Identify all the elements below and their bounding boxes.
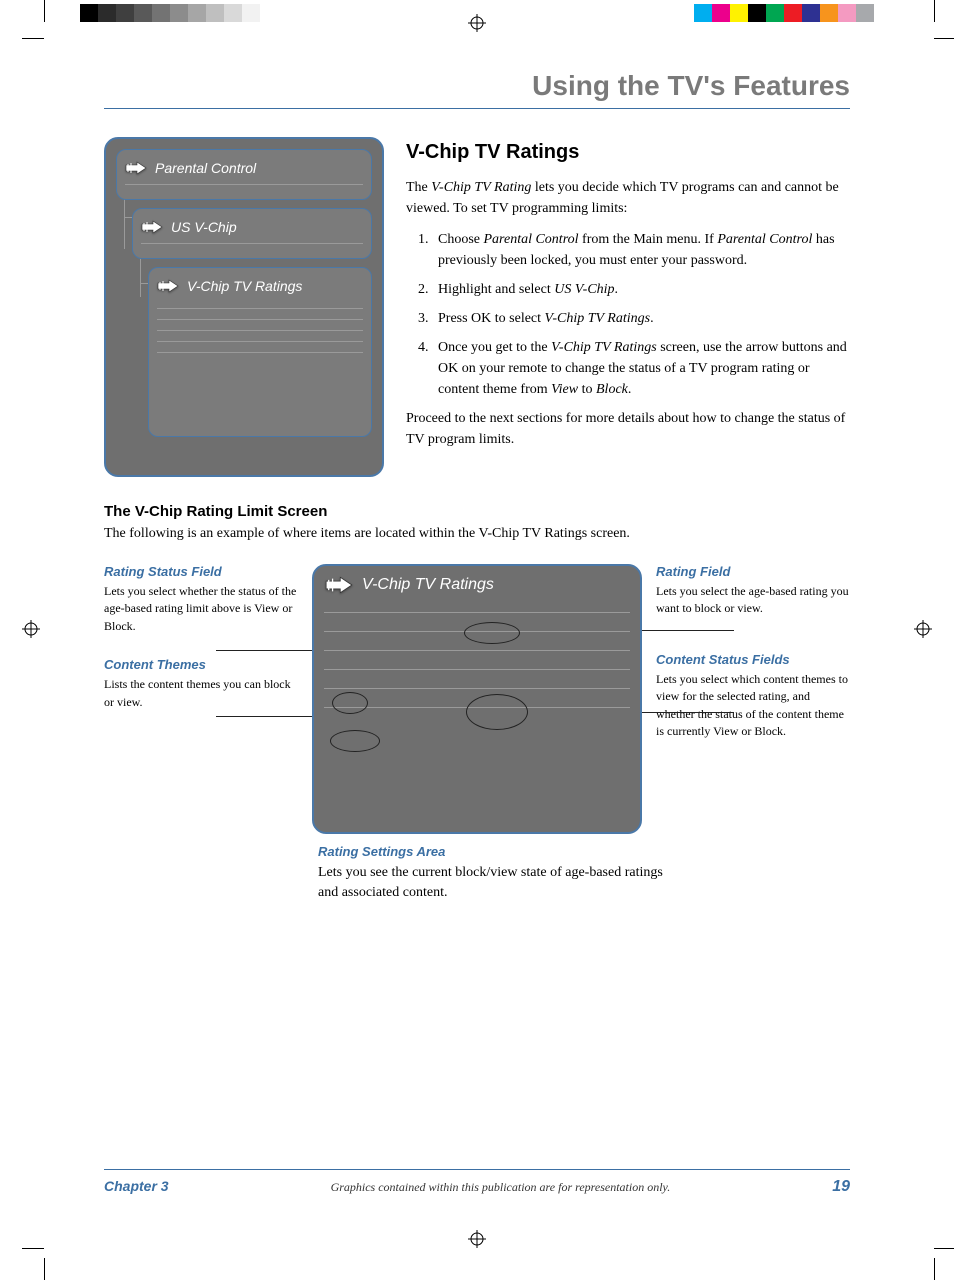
- right-callouts: Rating Field Lets you select the age-bas…: [656, 564, 850, 762]
- menu-item-vchip-tv-ratings: V-Chip TV Ratings: [148, 267, 372, 437]
- menu-arrow-icon: [141, 220, 163, 234]
- menu-item-label: V-Chip TV Ratings: [187, 278, 302, 294]
- callout-rating-field: Rating Field Lets you select the age-bas…: [656, 564, 850, 618]
- callout-oval: [464, 622, 520, 644]
- steps-list: Choose Parental Control from the Main me…: [432, 229, 850, 400]
- limit-section: The V-Chip Rating Limit Screen The follo…: [104, 503, 850, 904]
- callout-rating-status-field: Rating Status Field Lets you select whet…: [104, 564, 298, 635]
- registration-mark-icon: [22, 620, 40, 638]
- step-item: Highlight and select US V-Chip.: [432, 279, 850, 300]
- vchip-ratings-panel: V-Chip TV Ratings: [312, 564, 642, 834]
- footer-note: Graphics contained within this publicati…: [169, 1180, 833, 1195]
- menu-item-us-vchip: US V-Chip: [132, 208, 372, 259]
- callout-content-status-fields: Content Status Fields Lets you select wh…: [656, 652, 850, 741]
- footer-chapter: Chapter 3: [104, 1178, 169, 1194]
- callout-oval: [466, 694, 528, 730]
- menu-arrow-icon: [125, 161, 147, 175]
- callout-content-themes: Content Themes Lists the content themes …: [104, 657, 298, 711]
- step-item: Once you get to the V-Chip TV Ratings sc…: [432, 337, 850, 400]
- limit-heading: The V-Chip Rating Limit Screen: [104, 503, 850, 520]
- body-text: V-Chip TV Ratings The V-Chip TV Rating l…: [406, 137, 850, 477]
- color-bar-left: [80, 4, 278, 22]
- step-item: Choose Parental Control from the Main me…: [432, 229, 850, 271]
- color-bar-right: [694, 4, 874, 22]
- proceed-paragraph: Proceed to the next sections for more de…: [406, 408, 850, 450]
- left-callouts: Rating Status Field Lets you select whet…: [104, 564, 298, 733]
- footer-page-number: 19: [832, 1178, 850, 1196]
- registration-mark-icon: [914, 620, 932, 638]
- callout-oval: [330, 730, 380, 752]
- callout-oval: [332, 692, 368, 714]
- panel-title: V-Chip TV Ratings: [362, 576, 494, 594]
- registration-mark-icon: [468, 1230, 486, 1248]
- intro-paragraph: The V-Chip TV Rating lets you decide whi…: [406, 177, 850, 219]
- limit-intro: The following is an example of where ite…: [104, 526, 850, 542]
- registration-mark-icon: [468, 14, 486, 32]
- menu-arrow-icon: [157, 279, 179, 293]
- menu-item-parental-control: Parental Control: [116, 149, 372, 200]
- menu-screenshot: Parental Control US V-Chip V-Chip TV Rat…: [104, 137, 384, 477]
- page-content: Using the TV's Features Parental Control…: [104, 70, 850, 904]
- section-heading: V-Chip TV Ratings: [406, 137, 850, 167]
- menu-arrow-icon: [324, 576, 354, 594]
- menu-item-label: US V-Chip: [171, 219, 237, 235]
- page-footer: Chapter 3 Graphics contained within this…: [104, 1169, 850, 1196]
- page-title: Using the TV's Features: [104, 70, 850, 109]
- callout-rating-settings-area: Rating Settings Area Lets you see the cu…: [318, 844, 678, 904]
- menu-item-label: Parental Control: [155, 160, 256, 176]
- step-item: Press OK to select V-Chip TV Ratings.: [432, 308, 850, 329]
